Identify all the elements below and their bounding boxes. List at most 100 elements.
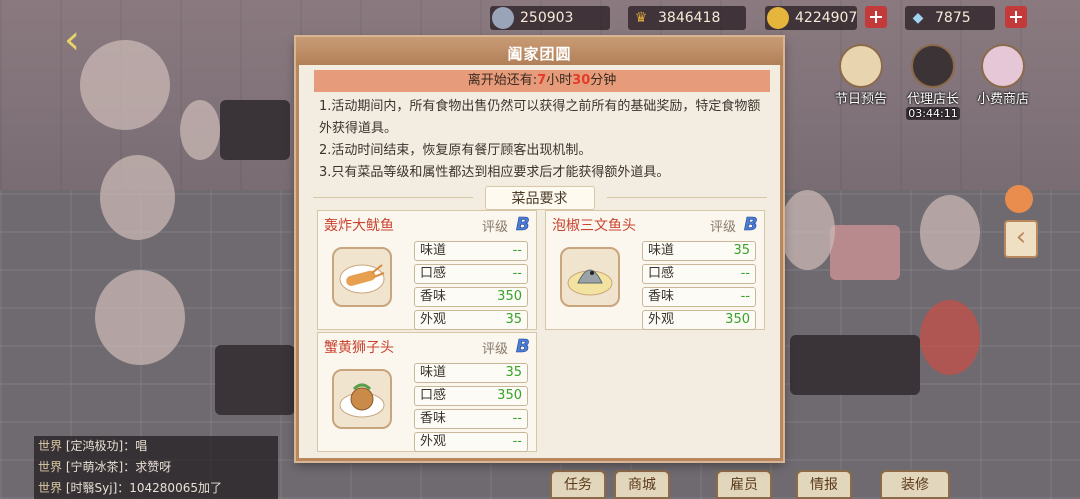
countdown-prefix: 离开始还有:: [467, 73, 538, 88]
silver-coin-icon: [492, 7, 514, 29]
intel-button[interactable]: 情报: [796, 470, 852, 499]
resource-crown-value: 3846418: [658, 10, 721, 26]
grade-letter: B: [516, 214, 530, 233]
countdown-bar: 离开始还有:7小时30分钟: [314, 70, 770, 92]
countdown-minutes: 30: [572, 73, 591, 88]
character[interactable]: [180, 100, 220, 160]
resource-diamond-value: 7875: [935, 10, 971, 26]
mall-button[interactable]: 商城: [614, 470, 670, 499]
attr-value: 350: [725, 312, 750, 327]
character[interactable]: [920, 300, 980, 375]
resource-silver: 250903: [490, 6, 610, 30]
attr-value: 350: [497, 289, 522, 304]
character[interactable]: [95, 270, 185, 365]
panel-title: 阖家团圆: [507, 45, 572, 63]
fish-head-icon: [567, 269, 613, 296]
chat-line: 世界 [宁萌冰茶]：求赞呀: [34, 457, 278, 478]
countdown-hour-unit: 小时: [546, 73, 573, 88]
grade-label: 评级: [710, 220, 737, 235]
attr-aroma: 香味 --: [642, 287, 756, 307]
attr-value: 35: [505, 312, 522, 327]
dish-card[interactable]: 泡椒三文鱼头 评级 B 味道 35 口感 -- 香味 -- 外观 350: [545, 210, 765, 330]
attr-value: --: [740, 289, 750, 304]
section-title: 菜品要求: [484, 186, 595, 210]
grade-b-icon: B: [744, 214, 758, 233]
attr-value: 35: [505, 365, 522, 380]
chat-line: 世界 [时翳Syj]：104280065加了: [34, 478, 278, 499]
attr-key: 口感: [420, 388, 447, 403]
chat-channel: 世界: [38, 481, 63, 495]
chat-channel: 世界: [38, 460, 63, 474]
rule-3: 3.只有菜品等级和属性都达到相应要求后才能获得额外道具。: [319, 165, 670, 180]
grade-b-icon: B: [516, 336, 530, 355]
resource-gold: 4224907: [765, 6, 857, 30]
tip-shop-button[interactable]: 小费商店: [968, 44, 1038, 107]
grade-label: 评级: [482, 220, 509, 235]
rules-text: 1.活动期间内，所有食物出售仍然可以获得之前所有的基础奖励，特定食物额外获得道具…: [319, 96, 769, 184]
add-diamond-button[interactable]: [1005, 6, 1027, 28]
character[interactable]: [920, 195, 980, 270]
attr-value: --: [740, 266, 750, 281]
attr-aroma: 香味 --: [414, 409, 528, 429]
attr-value: --: [512, 266, 522, 281]
resource-crown: ♛ 3846418: [628, 6, 746, 30]
resource-silver-value: 250903: [520, 10, 574, 26]
attr-key: 香味: [420, 411, 447, 426]
grade-letter: B: [744, 214, 758, 233]
chat-text: [宁萌冰茶]：求赞呀: [65, 460, 172, 474]
attr-key: 味道: [648, 243, 675, 258]
attr-value: --: [512, 411, 522, 426]
pet-icon[interactable]: [1005, 185, 1033, 213]
dish-card[interactable]: 蟹黄狮子头 评级 B 味道 35 口感 350 香味 -- 外观 --: [317, 332, 537, 452]
attr-key: 外观: [420, 434, 447, 449]
rule-2: 2.活动时间结束，恢复原有餐厅顾客出现机制。: [319, 143, 592, 158]
attr-key: 口感: [648, 266, 675, 281]
chat-channel: 世界: [38, 439, 63, 453]
crown-icon: ♛: [634, 10, 648, 26]
grade-letter: B: [516, 336, 530, 355]
countdown-minute-unit: 分钟: [590, 73, 617, 88]
attr-texture: 口感 350: [414, 386, 528, 406]
chat-box[interactable]: 世界 [定鸿极功]：唱 世界 [宁萌冰茶]：求赞呀 世界 [时翳Syj]：104…: [34, 436, 278, 499]
add-gold-button[interactable]: [865, 6, 887, 28]
table: [790, 335, 920, 395]
manager-timer: 03:44:11: [906, 107, 960, 120]
attr-key: 味道: [420, 365, 447, 380]
festival-preview-button[interactable]: 节日预告: [826, 44, 896, 107]
decorate-button[interactable]: 装修: [880, 470, 950, 499]
dish-card[interactable]: 轰炸大鱿鱼 评级 B 味道 -- 口感 -- 香味 350 外观 35: [317, 210, 537, 330]
festival-icon: [839, 44, 883, 88]
attr-key: 外观: [648, 312, 675, 327]
attr-value: 350: [497, 388, 522, 403]
countdown-hours: 7: [537, 73, 547, 88]
manager-avatar: [911, 44, 955, 88]
resource-diamond: ◆ 7875: [905, 6, 995, 30]
gold-coin-icon: [767, 7, 789, 29]
manager-button[interactable]: 代理店长 03:44:11: [898, 44, 968, 120]
character[interactable]: [780, 190, 835, 270]
attr-key: 口感: [420, 266, 447, 281]
chat-line: 世界 [定鸿极功]：唱: [34, 436, 278, 457]
grade-b-icon: B: [516, 214, 530, 233]
chat-text: [时翳Syj]：104280065加了: [65, 481, 222, 495]
attr-appearance: 外观 35: [414, 310, 528, 330]
attr-taste: 味道 --: [414, 241, 528, 261]
shop-icon: [981, 44, 1025, 88]
attr-taste: 味道 35: [642, 241, 756, 261]
attr-key: 外观: [420, 312, 447, 327]
attr-value: --: [512, 434, 522, 449]
back-arrow-icon[interactable]: ‹: [64, 20, 104, 60]
character[interactable]: [100, 155, 175, 240]
attr-texture: 口感 --: [414, 264, 528, 284]
empty-dish-slot: [545, 332, 765, 452]
attr-appearance: 外观 --: [414, 432, 528, 452]
dish-name: 泡椒三文鱼头: [552, 218, 636, 234]
attr-key: 味道: [420, 243, 447, 258]
festival-label: 节日预告: [834, 92, 887, 107]
section-header: 菜品要求: [299, 186, 780, 210]
staff-button[interactable]: 雇员: [716, 470, 772, 499]
table: [220, 100, 290, 160]
side-expand-arrow-icon[interactable]: ‹: [1004, 220, 1038, 258]
tasks-button[interactable]: 任务: [550, 470, 606, 499]
attr-value: --: [512, 243, 522, 258]
